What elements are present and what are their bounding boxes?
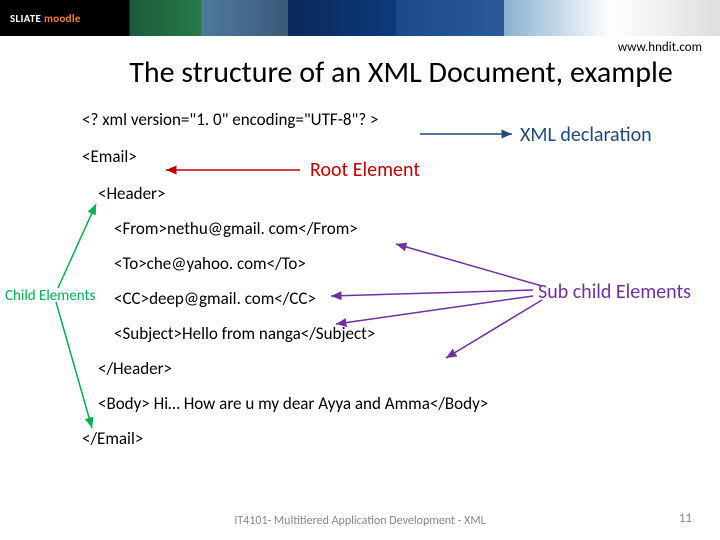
page-number: 11 <box>679 511 692 526</box>
slide-title: The structure of an XML Document, exampl… <box>0 54 720 91</box>
annotation-root-element: Root Element <box>310 158 420 182</box>
footer-course: IT4101- Multitiered Application Developm… <box>0 514 720 528</box>
header-banner: SLIATE moodle <box>0 0 720 36</box>
from-line: <From>nethu@gmail. com</From> <box>82 218 720 239</box>
header-open-tag: <Header> <box>82 183 720 204</box>
header-close-tag: </Header> <box>82 358 720 379</box>
annotation-xml-declaration: XML declaration <box>520 123 652 147</box>
body-line: <Body> Hi… How are u my dear Ayya and Am… <box>82 393 720 414</box>
to-line: <To>che@yahoo. com</To> <box>82 253 720 274</box>
subject-line: <Subject>Hello from nanga</Subject> <box>82 323 720 344</box>
annotation-child-elements: Child Elements <box>5 287 95 305</box>
logo: SLIATE moodle <box>6 10 85 27</box>
annotation-sub-child-elements: Sub child Elements <box>538 280 691 304</box>
email-close-tag: </Email> <box>82 428 720 449</box>
site-url: www.hndit.com <box>618 40 702 55</box>
